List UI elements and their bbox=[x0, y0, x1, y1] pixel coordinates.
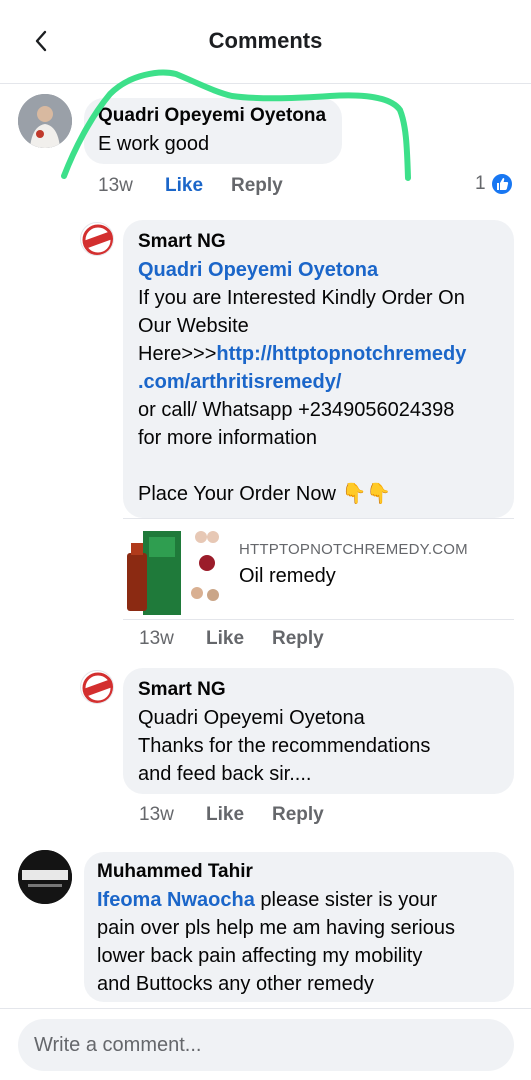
comment-bubble[interactable]: Muhammed Tahir Ifeoma Nwaocha please sis… bbox=[84, 852, 514, 1002]
reply-line: Here>>>http://httptopnotchremedy bbox=[138, 340, 498, 368]
comment-line-rest: please sister is your bbox=[254, 889, 438, 911]
comment-line: pain over pls help me am having serious bbox=[97, 917, 455, 939]
comment-line: lower back pain affecting my mobility bbox=[97, 945, 423, 967]
reply-line-prefix: Here>>> bbox=[138, 343, 217, 365]
thumbs-up-icon bbox=[489, 172, 514, 196]
avatar-photo bbox=[18, 94, 72, 148]
reaction-count: 1 bbox=[475, 173, 486, 194]
reply-actions: 13w Like Reply bbox=[139, 804, 439, 828]
like-button[interactable]: Like bbox=[206, 628, 244, 650]
link-preview[interactable]: HTTPTOPNOTCHREMEDY.COM Oil remedy bbox=[123, 518, 514, 620]
mention-link[interactable]: Quadri Opeyemi Oyetona bbox=[138, 256, 498, 284]
reply-line: Quadri Opeyemi Oyetona bbox=[138, 707, 365, 729]
reaction-summary[interactable]: 1 bbox=[475, 172, 514, 196]
website-link[interactable]: .com/arthritisremedy/ bbox=[138, 368, 498, 396]
avatar[interactable] bbox=[18, 850, 72, 904]
like-button[interactable]: Like bbox=[165, 175, 203, 197]
reply-line: Our Website bbox=[138, 315, 249, 337]
avatar-photo bbox=[18, 850, 72, 904]
comment-actions: 13w Like Reply bbox=[98, 175, 398, 199]
reply-time: 13w bbox=[139, 628, 174, 649]
comment-line: and Buttocks any other remedy bbox=[97, 973, 374, 995]
comment-input[interactable] bbox=[34, 1019, 494, 1071]
reply-line: and feed back sir.... bbox=[138, 763, 312, 785]
comment-time: 13w bbox=[98, 175, 133, 196]
avatar[interactable] bbox=[80, 222, 114, 256]
reply-button[interactable]: Reply bbox=[272, 628, 324, 650]
reply-button[interactable]: Reply bbox=[231, 175, 283, 197]
comment-input-wrapper[interactable] bbox=[18, 1019, 514, 1071]
comment-line: Ifeoma Nwaocha please sister is your bbox=[97, 886, 502, 914]
website-link[interactable]: http://httptopnotchremedy bbox=[216, 343, 466, 365]
comment-composer bbox=[0, 1008, 531, 1080]
reply-line: If you are Interested Kindly Order On bbox=[138, 287, 465, 309]
reply-line: for more information bbox=[138, 427, 317, 449]
reply-actions: 13w Like Reply bbox=[139, 628, 439, 652]
reply-time: 13w bbox=[139, 804, 174, 825]
preview-title: Oil remedy bbox=[239, 565, 336, 587]
comment-bubble[interactable]: Quadri Opeyemi Oyetona E work good bbox=[84, 98, 342, 164]
reply-bubble[interactable]: Smart NG Quadri Opeyemi Oyetona If you a… bbox=[123, 220, 514, 518]
reply-line: Thanks for the recommendations bbox=[138, 735, 431, 757]
reply-button[interactable]: Reply bbox=[272, 804, 324, 826]
header-bar: Comments bbox=[0, 0, 531, 84]
reply-line: Place Your Order Now 👇👇 bbox=[138, 483, 392, 505]
avatar[interactable] bbox=[18, 94, 72, 148]
reply-bubble[interactable]: Smart NG Quadri Opeyemi Oyetona Thanks f… bbox=[123, 668, 514, 794]
page-title: Comments bbox=[208, 28, 323, 53]
brand-logo-icon bbox=[82, 672, 113, 703]
preview-domain: HTTPTOPNOTCHREMEDY.COM bbox=[239, 541, 468, 558]
preview-thumbnail bbox=[123, 523, 223, 617]
comment-author[interactable]: Muhammed Tahir bbox=[97, 858, 502, 886]
reply-line: or call/ Whatsapp +2349056024398 bbox=[138, 399, 455, 421]
brand-logo-icon bbox=[82, 224, 113, 255]
reply-author[interactable]: Smart NG bbox=[138, 228, 498, 256]
like-button[interactable]: Like bbox=[206, 804, 244, 826]
mention-link[interactable]: Ifeoma Nwaocha bbox=[97, 889, 255, 911]
comment-text: E work good bbox=[98, 133, 210, 155]
avatar[interactable] bbox=[80, 670, 114, 704]
reply-author[interactable]: Smart NG bbox=[138, 676, 498, 704]
comment-author[interactable]: Quadri Opeyemi Oyetona bbox=[98, 102, 328, 130]
